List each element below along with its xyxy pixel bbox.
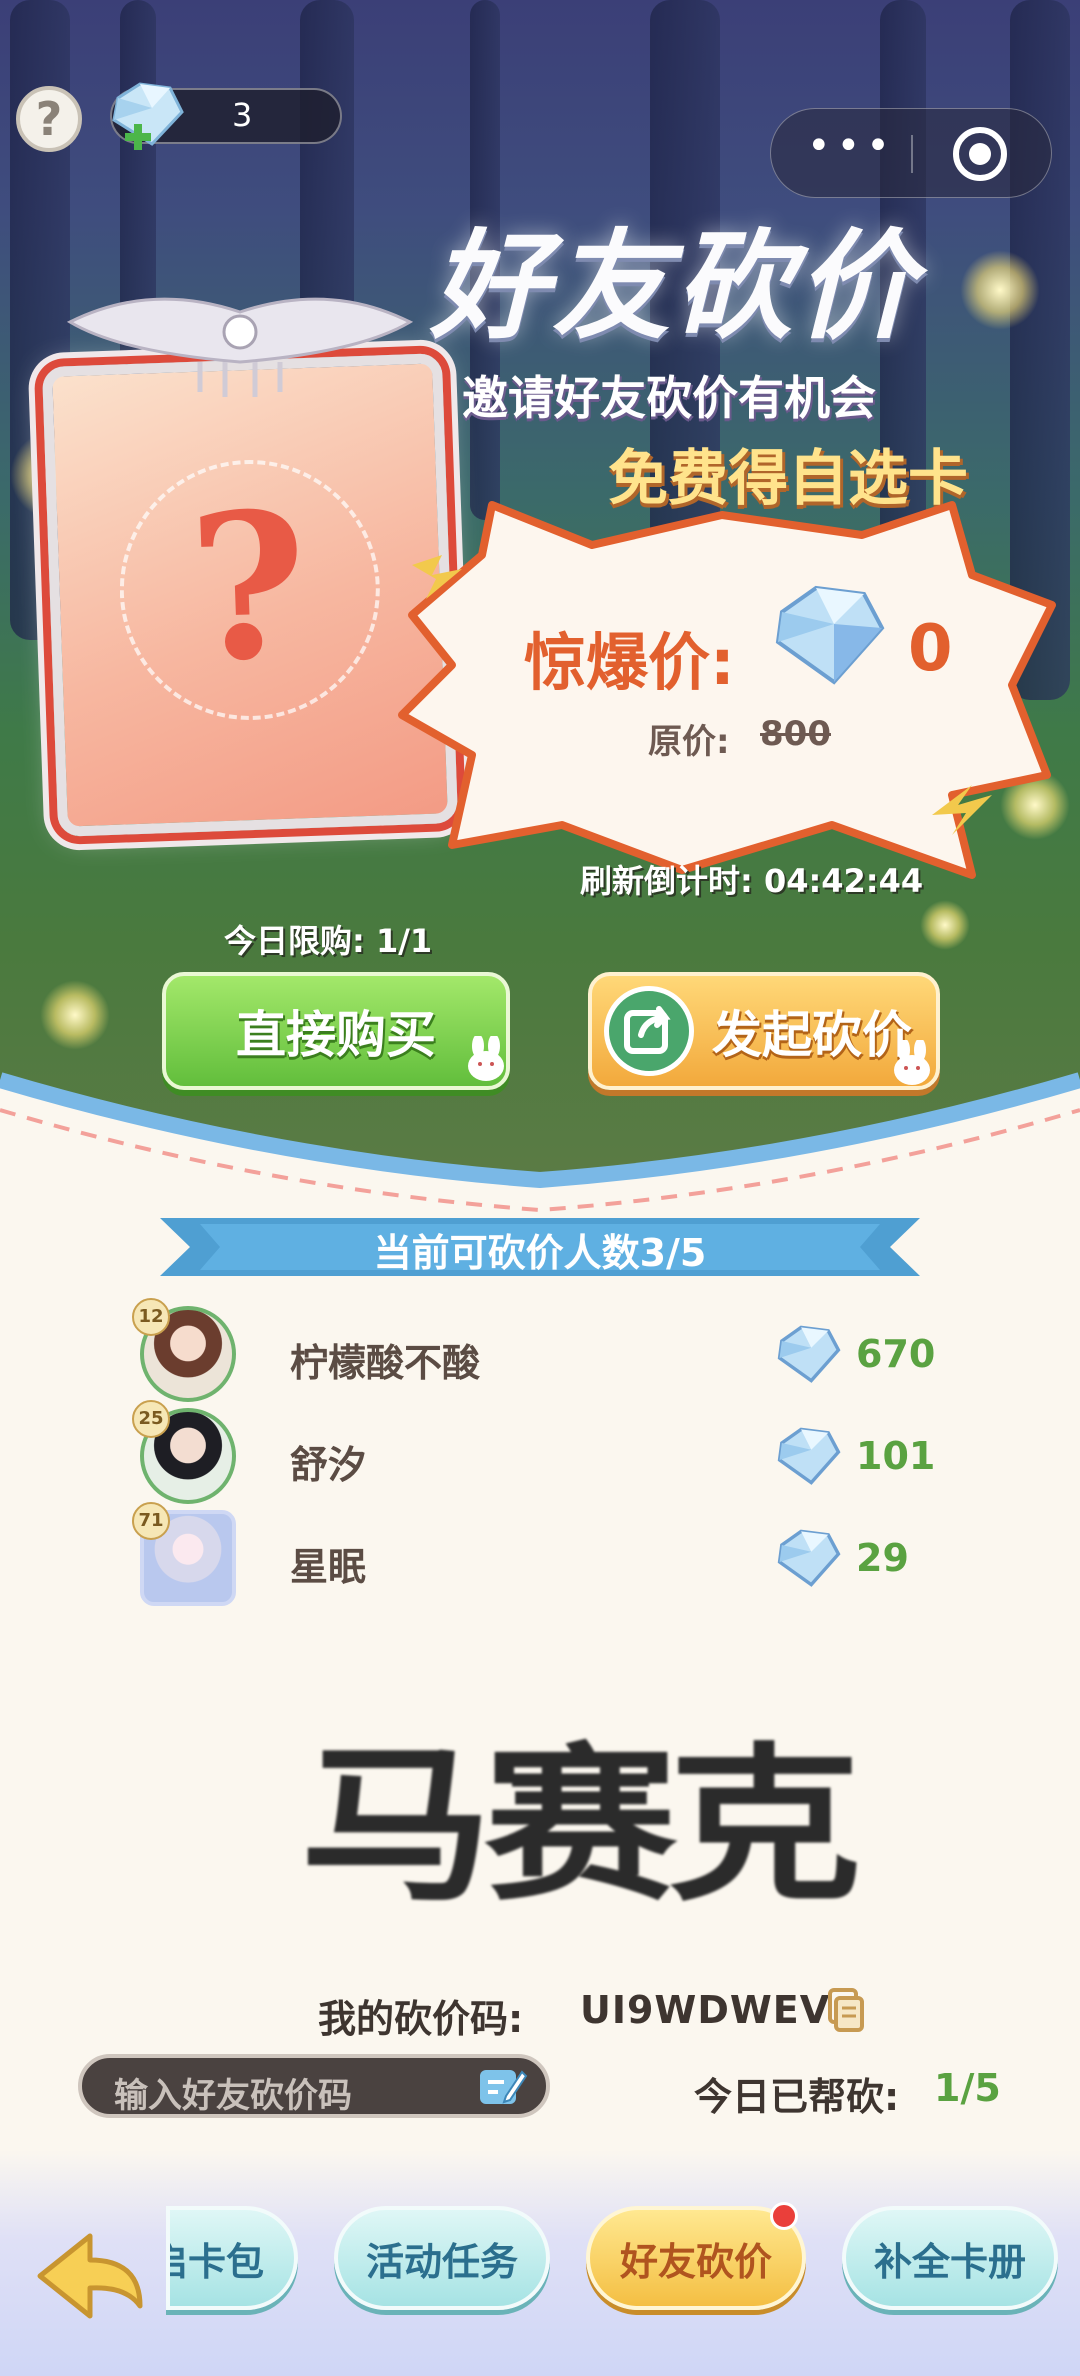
nav-event-tasks-label: 活动任务 — [365, 2239, 518, 2284]
nav-complete-album-label: 补全卡册 — [873, 2239, 1026, 2284]
helper-amount: 670 — [856, 1332, 936, 1376]
helper-name: 星眠 — [290, 1545, 367, 1589]
nav-complete-album[interactable]: 补全卡册 — [842, 2206, 1058, 2310]
helper-name: 舒汐 — [290, 1443, 367, 1487]
helper-count-header: 当前可砍价人数3/5 — [373, 1231, 707, 1275]
mini-program-capsule: ••• — [770, 108, 1052, 198]
sparkle — [920, 900, 970, 950]
more-menu-icon[interactable]: ••• — [807, 123, 896, 169]
subtitle-invite: 邀请好友砍价有机会 — [462, 371, 876, 425]
question-mark-icon: ? — [35, 92, 63, 146]
nav-open-pack[interactable]: 启卡包 — [166, 2206, 298, 2310]
helper-row: 25 舒汐 101 — [0, 1400, 1080, 1508]
help-button[interactable]: ? — [16, 86, 82, 152]
gem-count: 3 — [232, 96, 253, 134]
mosaic-overlay-text: 马赛克 — [300, 1728, 861, 1924]
page-title: 好友砍价 — [430, 216, 919, 355]
friend-code-placeholder: 输入好友砍价码 — [114, 2076, 352, 2116]
refresh-countdown: 刷新倒计时: 04:42:44 — [580, 862, 924, 900]
level-badge: 25 — [132, 1400, 170, 1438]
buy-directly-label: 直接购买 — [236, 1006, 436, 1064]
helper-row: 12 柠檬酸不酸 670 — [0, 1298, 1080, 1406]
diamond-icon — [775, 585, 885, 685]
notification-dot — [770, 2202, 798, 2230]
my-code-value: UI9WDWEV — [580, 1988, 831, 2032]
helper-amount: 101 — [856, 1434, 936, 1478]
helped-today-value: 1/5 — [934, 2066, 1001, 2110]
bunny-icon — [894, 1040, 930, 1085]
helper-name: 柠檬酸不酸 — [290, 1341, 481, 1385]
my-code-label: 我的砍价码: — [318, 1997, 524, 2041]
helped-today-label: 今日已帮砍: — [694, 2075, 900, 2119]
nav-open-pack-label: 启卡包 — [170, 2239, 265, 2284]
daily-purchase-limit: 今日限购: 1/1 — [224, 922, 433, 960]
gem-balance[interactable]: 3 — [110, 82, 342, 150]
nav-friend-bargain-label: 好友砍价 — [619, 2239, 772, 2284]
original-price-label: 原价: — [648, 722, 730, 762]
diamond-plus-icon — [112, 82, 184, 150]
card-crown-ornament — [66, 297, 414, 397]
helper-amount: 29 — [856, 1536, 909, 1580]
diamond-icon — [777, 1427, 841, 1485]
helper-row: 71 星眠 29 — [0, 1502, 1080, 1610]
diamond-icon — [777, 1325, 841, 1383]
sparkle — [960, 250, 1040, 330]
start-bargain-label: 发起砍价 — [712, 1006, 912, 1064]
back-arrow-icon[interactable] — [30, 2226, 150, 2336]
share-icon — [604, 986, 694, 1076]
diamond-icon — [777, 1529, 841, 1587]
special-price-label: 惊爆价: — [524, 626, 735, 699]
capsule-divider — [911, 135, 913, 173]
copy-icon[interactable] — [826, 1986, 866, 2034]
level-badge: 12 — [132, 1298, 170, 1336]
special-price-value: 0 — [908, 612, 953, 686]
question-mark-icon: ? — [185, 468, 311, 708]
edit-icon[interactable] — [476, 2062, 528, 2110]
buy-directly-button[interactable]: 直接购买 — [162, 972, 510, 1090]
original-price-value: 800 — [760, 714, 831, 754]
close-target-icon[interactable] — [953, 127, 1007, 181]
level-badge: 71 — [132, 1502, 170, 1540]
bunny-icon — [468, 1036, 504, 1081]
nav-event-tasks[interactable]: 活动任务 — [334, 2206, 550, 2310]
